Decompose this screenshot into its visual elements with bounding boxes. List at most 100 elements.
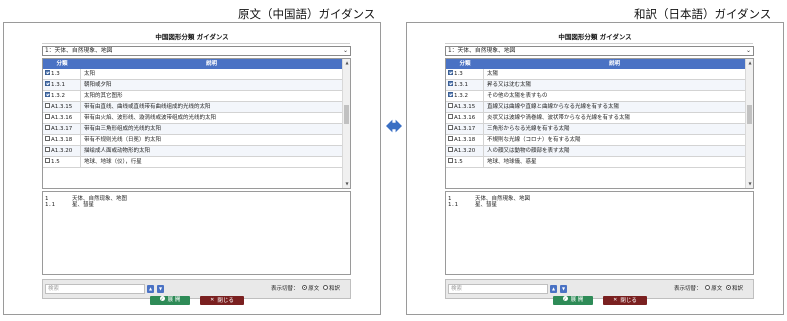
panel-title: 中国図形分類 ガイダンス	[558, 33, 632, 41]
search-input[interactable]: 検索	[45, 284, 145, 294]
row-checkbox[interactable]	[448, 92, 453, 97]
row-checkbox[interactable]	[45, 158, 50, 163]
table-row[interactable]: 1.5 地球、地球（仪），行星	[43, 157, 342, 168]
classification-table: 分類 説明 1.3 太阳 1.3.1 朝阳或夕阳 1.3.2 太阳的其它图形 A1.3.15…	[42, 58, 351, 189]
row-checkbox[interactable]	[448, 103, 453, 108]
row-checkbox[interactable]	[448, 70, 453, 75]
row-checkbox[interactable]	[45, 70, 50, 75]
row-code: A1.3.16	[454, 115, 476, 121]
table-row[interactable]: 1.3.2 太阳的其它图形	[43, 91, 342, 102]
search-prev-button[interactable]: ▲	[550, 285, 557, 293]
table-row[interactable]: A1.3.15 直線又は曲線や直線と曲線からなる光線を有する太陽	[446, 102, 745, 113]
category-select-value: 1：天体、自然現象、地図	[45, 48, 113, 54]
row-checkbox[interactable]	[45, 81, 50, 86]
row-code-cell: 1.3	[43, 69, 81, 79]
row-checkbox[interactable]	[448, 136, 453, 141]
radio-original[interactable]	[302, 285, 308, 290]
table-row[interactable]: A1.3.17 三角形からなる光線を有する太陽	[446, 124, 745, 135]
table-rows: 1.3 太陽 1.3.1 昇る又は沈む太陽 1.3.2 その他の太陽を表すもの A1.3.1…	[446, 69, 745, 168]
row-checkbox[interactable]	[45, 114, 50, 119]
row-checkbox[interactable]	[45, 103, 50, 108]
close-button[interactable]: ✕ 閉じる	[200, 296, 244, 305]
column-header-code: 分類	[56, 61, 68, 67]
classification-table: 分類 説明 1.3 太陽 1.3.1 昇る又は沈む太陽 1.3.2 その他の太陽を表すもの…	[445, 58, 754, 189]
row-checkbox[interactable]	[45, 125, 50, 130]
scroll-up-icon[interactable]: ▲	[746, 59, 753, 67]
display-toggle: 表示切替： 原文 和訳	[271, 284, 340, 294]
table-scrollbar[interactable]: ▲ ▼	[342, 59, 350, 188]
row-description: 人の顔又は動物の顔部を表す太陽	[487, 148, 570, 154]
row-description: その他の太陽を表すもの	[487, 93, 548, 99]
table-row[interactable]: 1.3 太阳	[43, 69, 342, 80]
radio-translation[interactable]	[726, 285, 732, 290]
row-checkbox[interactable]	[45, 92, 50, 97]
table-row[interactable]: A1.3.16 带有由火焰、波形线、漩涡线或波带组成的光线的太阳	[43, 113, 342, 124]
title-divider	[445, 43, 753, 44]
row-code-cell: A1.3.15	[43, 102, 81, 112]
radio-translation-label: 和訳	[329, 286, 341, 292]
radio-original-label: 原文	[711, 286, 723, 292]
panel-title: 中国図形分類 ガイダンス	[155, 33, 229, 41]
row-checkbox[interactable]	[45, 147, 50, 152]
scroll-down-icon[interactable]: ▼	[746, 180, 753, 188]
display-toggle: 表示切替： 原文 和訳	[674, 284, 743, 294]
row-checkbox[interactable]	[448, 147, 453, 152]
row-code-cell: 1.3	[446, 69, 484, 79]
guidance-text-area[interactable]: 1 天体、自然現象、地図 1.1 星、彗星	[445, 191, 754, 275]
expand-button[interactable]: ✓ 展 開	[150, 296, 190, 305]
scroll-up-icon[interactable]: ▲	[343, 59, 350, 67]
search-input[interactable]: 検索	[448, 284, 548, 294]
expand-button[interactable]: ✓ 展 開	[553, 296, 593, 305]
row-code-cell: A1.3.20	[446, 146, 484, 156]
row-code-cell: A1.3.20	[43, 146, 81, 156]
table-row[interactable]: A1.3.18 带有不规则光线（日冕）的太阳	[43, 135, 342, 146]
row-checkbox[interactable]	[448, 125, 453, 130]
radio-original-label: 原文	[308, 286, 320, 292]
double-arrow-icon	[386, 119, 402, 133]
table-row[interactable]: A1.3.20 描绘成人面或动物形的太阳	[43, 146, 342, 157]
guidance-panel-original: 中国図形分類 ガイダンス 1：天体、自然現象、地図 ⌄ 分類 説明 1.3 太阳 1…	[3, 22, 381, 315]
row-code: 1.3	[51, 71, 60, 77]
row-code: 1.3.1	[51, 82, 65, 88]
row-code: 1.3.1	[454, 82, 468, 88]
column-header-description: 説明	[608, 61, 620, 67]
category-select[interactable]: 1：天体、自然現象、地図 ⌄	[445, 46, 754, 56]
table-row[interactable]: 1.3 太陽	[446, 69, 745, 80]
radio-original[interactable]	[705, 285, 711, 290]
radio-translation-label: 和訳	[732, 286, 744, 292]
table-rows: 1.3 太阳 1.3.1 朝阳或夕阳 1.3.2 太阳的其它图形 A1.3.15 带有由直线、…	[43, 69, 342, 168]
search-next-button[interactable]: ▼	[157, 285, 164, 293]
scroll-down-icon[interactable]: ▼	[343, 180, 350, 188]
close-button[interactable]: ✕ 閉じる	[603, 296, 647, 305]
category-select[interactable]: 1：天体、自然現象、地図 ⌄	[42, 46, 351, 56]
scroll-thumb[interactable]	[747, 105, 752, 124]
search-prev-button[interactable]: ▲	[147, 285, 154, 293]
table-row[interactable]: A1.3.15 带有由直线、曲线或直线带有曲线组成的光线的太阳	[43, 102, 342, 113]
row-checkbox[interactable]	[448, 114, 453, 119]
row-checkbox[interactable]	[45, 136, 50, 141]
table-row[interactable]: 1.3.1 朝阳或夕阳	[43, 80, 342, 91]
search-next-button[interactable]: ▼	[560, 285, 567, 293]
row-code-cell: A1.3.18	[43, 135, 81, 145]
table-row[interactable]: A1.3.16 炎状又は波線や渦巻線、波状帯からなる光線を有する太陽	[446, 113, 745, 124]
row-code: A1.3.20	[454, 148, 476, 154]
guidance-text-area[interactable]: 1 天体、自然现象、地图 1.1 星、彗星	[42, 191, 351, 275]
table-row[interactable]: A1.3.20 人の顔又は動物の顔部を表す太陽	[446, 146, 745, 157]
table-row[interactable]: A1.3.17 带有由三角形组成的光线的太阳	[43, 124, 342, 135]
row-checkbox[interactable]	[448, 81, 453, 86]
radio-translation[interactable]	[323, 285, 329, 290]
scroll-thumb[interactable]	[344, 105, 349, 124]
row-code: A1.3.18	[454, 137, 476, 143]
table-row[interactable]: 1.3.1 昇る又は沈む太陽	[446, 80, 745, 91]
check-circle-icon: ✓	[562, 296, 568, 301]
table-row[interactable]: 1.3.2 その他の太陽を表すもの	[446, 91, 745, 102]
row-description: 带有由三角形组成的光线的太阳	[84, 126, 162, 132]
row-description: 描绘成人面或动物形的太阳	[84, 148, 151, 154]
table-scrollbar[interactable]: ▲ ▼	[745, 59, 753, 188]
table-row[interactable]: A1.3.18 不規則な光線（コロナ）を有する太陽	[446, 135, 745, 146]
row-description: 三角形からなる光線を有する太陽	[487, 126, 570, 132]
caption-translation: 和訳（日本語）ガイダンス	[634, 7, 772, 21]
table-row[interactable]: 1.5 地球、地球儀、惑星	[446, 157, 745, 168]
row-description: 带有由火焰、波形线、漩涡线或波带组成的光线的太阳	[84, 115, 217, 121]
row-checkbox[interactable]	[448, 158, 453, 163]
